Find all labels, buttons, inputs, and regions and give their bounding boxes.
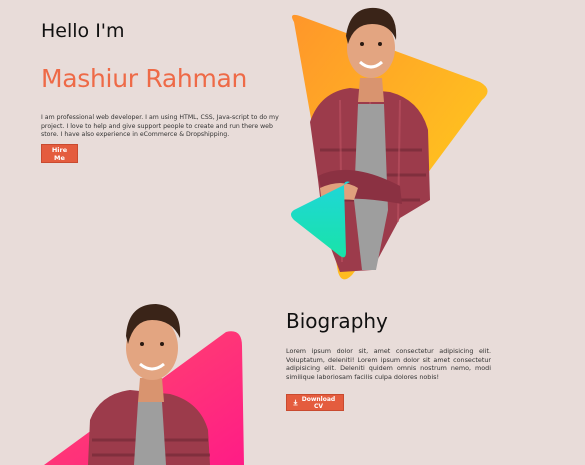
download-cv-label: Download CV — [301, 395, 336, 410]
hero-illustration — [291, 7, 488, 280]
hero-name: Mashiur Rahman — [41, 64, 248, 93]
biography-text: Lorem ipsum dolor sit, amet consectetur … — [286, 347, 491, 381]
biography-illustration — [44, 304, 244, 465]
hero-greeting: Hello I'm — [41, 20, 125, 42]
hire-me-button[interactable]: Hire Me — [41, 144, 78, 163]
download-icon — [293, 399, 298, 406]
hero-intro: I am professional web developer. I am us… — [41, 114, 279, 139]
download-cv-button[interactable]: Download CV — [286, 394, 344, 411]
biography-title: Biography — [286, 309, 388, 333]
